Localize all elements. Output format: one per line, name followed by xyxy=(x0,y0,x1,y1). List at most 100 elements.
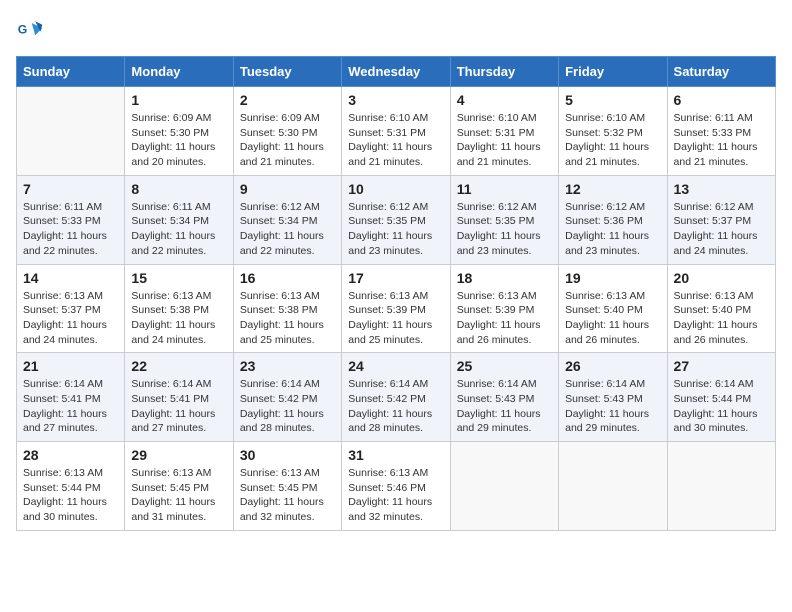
day-info: Sunrise: 6:12 AMSunset: 5:36 PMDaylight:… xyxy=(565,200,660,259)
header-thursday: Thursday xyxy=(450,57,558,87)
header-friday: Friday xyxy=(559,57,667,87)
day-number: 13 xyxy=(674,181,769,197)
calendar-cell: 17 Sunrise: 6:13 AMSunset: 5:39 PMDayligh… xyxy=(342,264,450,353)
day-info: Sunrise: 6:14 AMSunset: 5:42 PMDaylight:… xyxy=(348,377,443,436)
calendar-cell: 10 Sunrise: 6:12 AMSunset: 5:35 PMDayligh… xyxy=(342,175,450,264)
calendar-cell: 4Sunrise: 6:10 AMSunset: 5:31 PMDaylight… xyxy=(450,87,558,176)
calendar-cell: 8 Sunrise: 6:11 AMSunset: 5:34 PMDaylight… xyxy=(125,175,233,264)
day-info: Sunrise: 6:13 AMSunset: 5:38 PMDaylight:… xyxy=(240,289,335,348)
day-number: 1 xyxy=(131,92,226,108)
calendar-cell: 13 Sunrise: 6:12 AMSunset: 5:37 PMDayligh… xyxy=(667,175,775,264)
calendar-cell xyxy=(450,442,558,531)
day-info: Sunrise: 6:13 AMSunset: 5:39 PMDaylight:… xyxy=(348,289,443,348)
day-info: Sunrise: 6:13 AMSunset: 5:38 PMDaylight:… xyxy=(131,289,226,348)
day-info: Sunrise: 6:11 AMSunset: 5:33 PMDaylight:… xyxy=(23,200,118,259)
calendar-cell: 23 Sunrise: 6:14 AMSunset: 5:42 PMDayligh… xyxy=(233,353,341,442)
calendar-cell: 6 Sunrise: 6:11 AMSunset: 5:33 PMDaylight… xyxy=(667,87,775,176)
header-sunday: Sunday xyxy=(17,57,125,87)
day-info: Sunrise: 6:13 AMSunset: 5:44 PMDaylight:… xyxy=(23,466,118,525)
calendar-cell: 18 Sunrise: 6:13 AMSunset: 5:39 PMDayligh… xyxy=(450,264,558,353)
calendar-cell: 22Sunrise: 6:14 AMSunset: 5:41 PMDayligh… xyxy=(125,353,233,442)
day-number: 10 xyxy=(348,181,443,197)
day-info: Sunrise: 6:14 AMSunset: 5:41 PMDaylight:… xyxy=(23,377,118,436)
calendar-cell: 14 Sunrise: 6:13 AMSunset: 5:37 PMDayligh… xyxy=(17,264,125,353)
day-info: Sunrise: 6:13 AMSunset: 5:39 PMDaylight:… xyxy=(457,289,552,348)
calendar-header: SundayMondayTuesdayWednesdayThursdayFrid… xyxy=(17,57,776,87)
day-number: 17 xyxy=(348,270,443,286)
calendar-cell: 27 Sunrise: 6:14 AMSunset: 5:44 PMDayligh… xyxy=(667,353,775,442)
calendar-cell: 26 Sunrise: 6:14 AMSunset: 5:43 PMDayligh… xyxy=(559,353,667,442)
calendar-cell: 7Sunrise: 6:11 AMSunset: 5:33 PMDaylight… xyxy=(17,175,125,264)
day-info: Sunrise: 6:12 AMSunset: 5:34 PMDaylight:… xyxy=(240,200,335,259)
day-info: Sunrise: 6:13 AMSunset: 5:45 PMDaylight:… xyxy=(240,466,335,525)
day-info: Sunrise: 6:13 AMSunset: 5:37 PMDaylight:… xyxy=(23,289,118,348)
calendar-cell: 28 Sunrise: 6:13 AMSunset: 5:44 PMDayligh… xyxy=(17,442,125,531)
calendar-cell: 11 Sunrise: 6:12 AMSunset: 5:35 PMDayligh… xyxy=(450,175,558,264)
day-info: Sunrise: 6:10 AMSunset: 5:32 PMDaylight:… xyxy=(565,111,660,170)
day-info: Sunrise: 6:14 AMSunset: 5:41 PMDaylight:… xyxy=(131,377,226,436)
day-info: Sunrise: 6:14 AMSunset: 5:42 PMDaylight:… xyxy=(240,377,335,436)
day-info: Sunrise: 6:13 AMSunset: 5:40 PMDaylight:… xyxy=(565,289,660,348)
day-number: 14 xyxy=(23,270,118,286)
day-number: 12 xyxy=(565,181,660,197)
calendar-cell xyxy=(559,442,667,531)
calendar-week-1: 1 Sunrise: 6:09 AMSunset: 5:30 PMDaylight… xyxy=(17,87,776,176)
day-number: 19 xyxy=(565,270,660,286)
calendar-cell: 3 Sunrise: 6:10 AMSunset: 5:31 PMDaylight… xyxy=(342,87,450,176)
calendar-cell: 16 Sunrise: 6:13 AMSunset: 5:38 PMDayligh… xyxy=(233,264,341,353)
calendar-week-4: 21 Sunrise: 6:14 AMSunset: 5:41 PMDayligh… xyxy=(17,353,776,442)
calendar-cell: 30 Sunrise: 6:13 AMSunset: 5:45 PMDayligh… xyxy=(233,442,341,531)
day-info: Sunrise: 6:12 AMSunset: 5:35 PMDaylight:… xyxy=(348,200,443,259)
calendar-cell xyxy=(667,442,775,531)
day-number: 20 xyxy=(674,270,769,286)
calendar-cell: 15 Sunrise: 6:13 AMSunset: 5:38 PMDayligh… xyxy=(125,264,233,353)
day-info: Sunrise: 6:14 AMSunset: 5:43 PMDaylight:… xyxy=(457,377,552,436)
day-number: 6 xyxy=(674,92,769,108)
day-number: 31 xyxy=(348,447,443,463)
day-number: 26 xyxy=(565,358,660,374)
day-number: 23 xyxy=(240,358,335,374)
day-number: 21 xyxy=(23,358,118,374)
day-info: Sunrise: 6:09 AMSunset: 5:30 PMDaylight:… xyxy=(131,111,226,170)
header-wednesday: Wednesday xyxy=(342,57,450,87)
day-info: Sunrise: 6:11 AMSunset: 5:34 PMDaylight:… xyxy=(131,200,226,259)
day-info: Sunrise: 6:13 AMSunset: 5:46 PMDaylight:… xyxy=(348,466,443,525)
calendar-cell: 12 Sunrise: 6:12 AMSunset: 5:36 PMDayligh… xyxy=(559,175,667,264)
day-info: Sunrise: 6:13 AMSunset: 5:45 PMDaylight:… xyxy=(131,466,226,525)
calendar-week-2: 7Sunrise: 6:11 AMSunset: 5:33 PMDaylight… xyxy=(17,175,776,264)
day-info: Sunrise: 6:09 AMSunset: 5:30 PMDaylight:… xyxy=(240,111,335,170)
svg-text:G: G xyxy=(18,23,28,37)
calendar-cell: 1 Sunrise: 6:09 AMSunset: 5:30 PMDaylight… xyxy=(125,87,233,176)
calendar-cell: 9Sunrise: 6:12 AMSunset: 5:34 PMDaylight… xyxy=(233,175,341,264)
day-number: 5 xyxy=(565,92,660,108)
day-number: 29 xyxy=(131,447,226,463)
header-saturday: Saturday xyxy=(667,57,775,87)
day-number: 8 xyxy=(131,181,226,197)
day-number: 18 xyxy=(457,270,552,286)
day-number: 16 xyxy=(240,270,335,286)
day-number: 27 xyxy=(674,358,769,374)
day-number: 4 xyxy=(457,92,552,108)
calendar-cell: 5 Sunrise: 6:10 AMSunset: 5:32 PMDaylight… xyxy=(559,87,667,176)
day-number: 15 xyxy=(131,270,226,286)
day-info: Sunrise: 6:12 AMSunset: 5:37 PMDaylight:… xyxy=(674,200,769,259)
day-info: Sunrise: 6:14 AMSunset: 5:44 PMDaylight:… xyxy=(674,377,769,436)
header-monday: Monday xyxy=(125,57,233,87)
day-number: 25 xyxy=(457,358,552,374)
calendar-cell: 21 Sunrise: 6:14 AMSunset: 5:41 PMDayligh… xyxy=(17,353,125,442)
calendar-cell xyxy=(17,87,125,176)
day-info: Sunrise: 6:10 AMSunset: 5:31 PMDaylight:… xyxy=(348,111,443,170)
day-number: 30 xyxy=(240,447,335,463)
day-number: 2 xyxy=(240,92,335,108)
header-tuesday: Tuesday xyxy=(233,57,341,87)
calendar-cell: 24Sunrise: 6:14 AMSunset: 5:42 PMDayligh… xyxy=(342,353,450,442)
day-number: 3 xyxy=(348,92,443,108)
day-info: Sunrise: 6:14 AMSunset: 5:43 PMDaylight:… xyxy=(565,377,660,436)
day-info: Sunrise: 6:11 AMSunset: 5:33 PMDaylight:… xyxy=(674,111,769,170)
calendar-table: SundayMondayTuesdayWednesdayThursdayFrid… xyxy=(16,56,776,531)
day-info: Sunrise: 6:12 AMSunset: 5:35 PMDaylight:… xyxy=(457,200,552,259)
calendar-body: 1 Sunrise: 6:09 AMSunset: 5:30 PMDaylight… xyxy=(17,87,776,531)
day-number: 11 xyxy=(457,181,552,197)
calendar-cell: 25 Sunrise: 6:14 AMSunset: 5:43 PMDayligh… xyxy=(450,353,558,442)
day-number: 28 xyxy=(23,447,118,463)
